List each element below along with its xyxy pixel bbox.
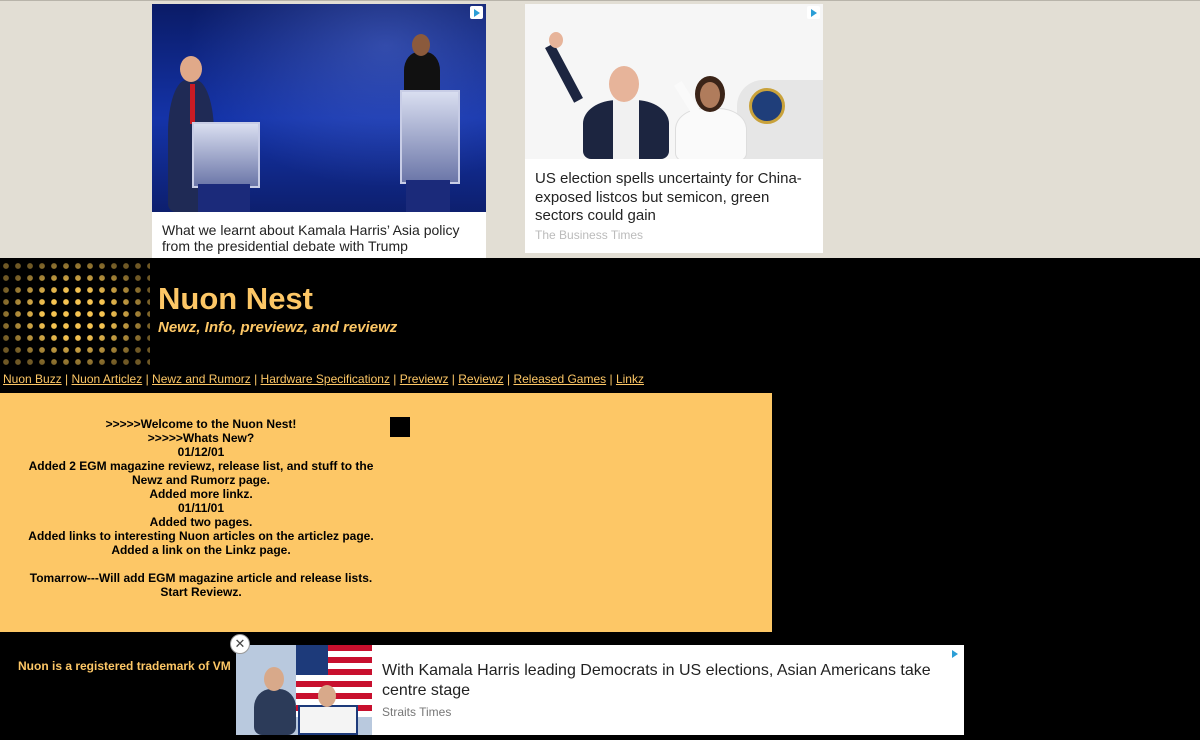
seal-icon	[749, 88, 785, 124]
site-title: Nuon Nest	[158, 281, 313, 316]
news-line: Tomarrow---Will add EGM magazine article…	[29, 571, 373, 585]
news-line: Added two pages.	[149, 515, 253, 529]
news-line: Added 2 EGM magazine reviewz, release li…	[28, 459, 374, 473]
whats-new-list: >>>>>Welcome to the Nuon Nest! >>>>>What…	[0, 417, 402, 599]
close-ad-button[interactable]: ✕	[230, 634, 250, 654]
adchoices-icon[interactable]	[807, 6, 820, 19]
site-tagline: Newz, Info, previewz, and reviewz	[158, 319, 398, 336]
candidates-photo	[525, 4, 823, 159]
nav-link-linkz[interactable]: Linkz	[616, 372, 644, 386]
nav-link-released-games[interactable]: Released Games	[513, 372, 606, 386]
ad-headline[interactable]: US election spells uncertainty for China…	[535, 170, 817, 226]
debate-photo	[152, 4, 486, 212]
nav-link-hardware-specificationz[interactable]: Hardware Specificationz	[261, 372, 390, 386]
news-spacer	[0, 557, 402, 571]
news-line: Added links to interesting Nuon articles…	[28, 529, 374, 543]
adchoices-icon[interactable]	[470, 6, 483, 19]
nav-link-previewz[interactable]: Previewz	[400, 372, 449, 386]
nav-link-nuon-articlez[interactable]: Nuon Articlez	[72, 372, 143, 386]
news-line: Newz and Rumorz page.	[131, 473, 271, 487]
main-nav: Nuon Buzz | Nuon Articlez | Newz and Rum…	[3, 372, 644, 386]
ad-card-harris-asia-policy[interactable]: What we learnt about Kamala Harris’ Asia…	[152, 4, 486, 258]
ad-card-us-election[interactable]: US election spells uncertainty for China…	[525, 4, 823, 253]
news-line: Start Reviewz.	[160, 585, 242, 599]
nav-link-nuon-buzz[interactable]: Nuon Buzz	[3, 372, 62, 386]
nav-link-newz-and-rumorz[interactable]: Newz and Rumorz	[152, 372, 251, 386]
adchoices-icon[interactable]	[948, 647, 961, 660]
nav-link-reviewz[interactable]: Reviewz	[458, 372, 503, 386]
ad-source: Straits Times	[382, 705, 452, 719]
news-line: Added a link on the Linkz page.	[111, 543, 291, 557]
news-panel: >>>>>Welcome to the Nuon Nest! >>>>>What…	[0, 393, 772, 632]
news-date: 01/11/01	[177, 501, 225, 515]
news-line: >>>>>Whats New?	[147, 431, 255, 445]
ad-headline[interactable]: With Kamala Harris leading Democrats in …	[382, 661, 952, 701]
trademark-notice: Nuon is a registered trademark of VM	[18, 659, 231, 673]
ad-headline[interactable]: What we learnt about Kamala Harris’ Asia…	[162, 222, 480, 254]
ad-source: The Business Times	[535, 228, 644, 242]
broken-image-placeholder	[390, 417, 410, 437]
ad-card-asian-americans[interactable]: With Kamala Harris leading Democrats in …	[236, 645, 964, 735]
news-line: >>>>>Welcome to the Nuon Nest!	[105, 417, 297, 431]
news-date: 01/12/01	[177, 445, 225, 459]
news-line: Added more linkz.	[149, 487, 253, 501]
speaker-photo	[236, 645, 372, 735]
